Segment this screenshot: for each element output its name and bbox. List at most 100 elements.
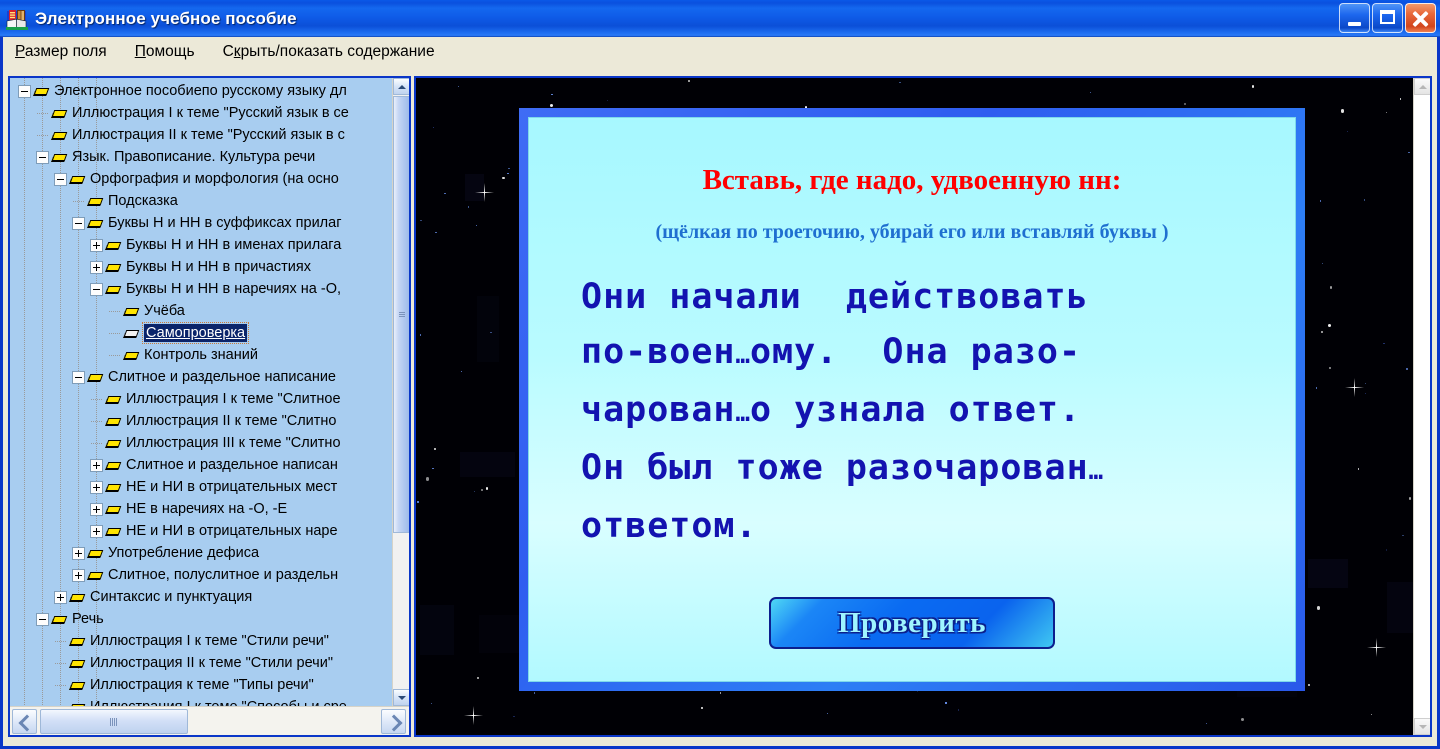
tree-horizontal-scroll-thumb[interactable]: [40, 709, 188, 734]
tree-item[interactable]: Иллюстрация I к теме "Стили речи": [10, 630, 392, 652]
tree-item[interactable]: Учёба: [10, 300, 392, 322]
content-vertical-scrollbar[interactable]: [1413, 78, 1430, 735]
expand-icon[interactable]: [72, 568, 85, 582]
star: [826, 712, 829, 715]
tree-item[interactable]: Буквы Н и НН в именах прилага: [10, 234, 392, 256]
tree-item[interactable]: Буквы Н и НН в причастиях: [10, 256, 392, 278]
star: [1316, 606, 1320, 610]
tree-item[interactable]: Иллюстрация I к теме "Слитное: [10, 388, 392, 410]
book-icon: [123, 349, 140, 362]
collapse-icon[interactable]: [18, 84, 31, 98]
book-icon: [105, 437, 122, 450]
ellipsis-blank[interactable]: …: [736, 341, 750, 369]
exercise-text[interactable]: Они начали действовать по-воен…ому. Она р…: [581, 270, 1275, 554]
tree-vertical-scroll-thumb[interactable]: [393, 96, 409, 533]
tree-item[interactable]: Слитное и раздельное написание: [10, 366, 392, 388]
sparkle-star: [1367, 638, 1386, 657]
content-scroll-down-button[interactable]: [1414, 718, 1430, 735]
collapse-icon[interactable]: [54, 172, 67, 186]
star: [958, 709, 960, 711]
ellipsis-blank[interactable]: …: [736, 399, 750, 427]
tree-item[interactable]: НЕ и НИ в отрицательных наре: [10, 520, 392, 542]
star: [719, 692, 722, 694]
tree-item-label: Иллюстрация I к теме "Способы и сре: [90, 698, 347, 706]
tree-item[interactable]: Иллюстрация III к теме "Слитно: [10, 432, 392, 454]
star: [419, 334, 422, 336]
collapse-icon[interactable]: [72, 370, 85, 384]
exercise-line[interactable]: чарован…о узнала ответ.: [581, 383, 1275, 441]
collapse-icon[interactable]: [36, 612, 49, 626]
close-button[interactable]: [1405, 3, 1436, 33]
expand-icon[interactable]: [90, 480, 103, 494]
star: [687, 79, 690, 82]
book-icon: [51, 151, 68, 164]
star: [1364, 383, 1367, 385]
tree-item-label: Иллюстрация к теме "Типы речи": [90, 677, 314, 693]
tree-horizontal-scrollbar[interactable]: [10, 706, 409, 735]
nebula-patch: [420, 605, 454, 655]
minimize-button[interactable]: [1339, 3, 1370, 33]
tree-scroll-up-button[interactable]: [393, 78, 409, 95]
exercise-line[interactable]: Они начали действовать: [581, 270, 1275, 325]
star: [1406, 368, 1408, 370]
exercise-line[interactable]: Он был тоже разочарован…: [581, 441, 1275, 499]
tree-item[interactable]: Слитное, полуслитное и раздельн: [10, 564, 392, 586]
tree-item[interactable]: Иллюстрация II к теме "Стили речи": [10, 652, 392, 674]
tree-scroll-left-button[interactable]: [12, 709, 37, 734]
tree-item[interactable]: Речь: [10, 608, 392, 630]
star: [1241, 717, 1245, 721]
expand-icon[interactable]: [90, 238, 103, 252]
expand-icon[interactable]: [90, 502, 103, 516]
tree-list: Электронное пособиепо русскому языку дл И…: [10, 80, 392, 706]
chevron-up-icon: [398, 85, 406, 89]
collapse-icon[interactable]: [90, 282, 103, 296]
tree-item[interactable]: Иллюстрация к теме "Типы речи": [10, 674, 392, 696]
tree-item[interactable]: Иллюстрация I к теме "Русский язык в се: [10, 102, 392, 124]
app-book-icon: [6, 8, 28, 30]
book-icon: [105, 283, 122, 296]
tree-item[interactable]: Иллюстрация I к теме "Способы и сре: [10, 696, 392, 706]
content-scroll-up-button[interactable]: [1414, 78, 1430, 95]
expand-icon[interactable]: [90, 458, 103, 472]
tree-item[interactable]: Иллюстрация II к теме "Русский язык в с: [10, 124, 392, 146]
chevron-left-icon: [18, 714, 36, 732]
expand-icon[interactable]: [72, 546, 85, 560]
expand-icon[interactable]: [90, 260, 103, 274]
menu-item-0[interactable]: Размер поля: [15, 43, 107, 61]
maximize-button[interactable]: [1372, 3, 1403, 33]
tree-item[interactable]: НЕ в наречиях на -О, -Е: [10, 498, 392, 520]
book-icon: [105, 261, 122, 274]
tree-item[interactable]: Подсказка: [10, 190, 392, 212]
menu-item-2[interactable]: Скрыть/показать содержание: [223, 43, 435, 61]
tree-item[interactable]: Орфография и морфология (на осно: [10, 168, 392, 190]
star: [508, 168, 510, 170]
star: [480, 488, 483, 491]
book-icon: [87, 569, 104, 582]
tree-vertical-scrollbar[interactable]: [392, 78, 409, 706]
exercise-line[interactable]: ответом.: [581, 499, 1275, 554]
collapse-icon[interactable]: [72, 216, 85, 230]
title-bar: Электронное учебное пособие: [0, 0, 1440, 37]
star: [1383, 342, 1385, 345]
tree-item[interactable]: Синтаксис и пунктуация: [10, 586, 392, 608]
tree-item[interactable]: НЕ и НИ в отрицательных мест: [10, 476, 392, 498]
exercise-line[interactable]: по-воен…ому. Она разо-: [581, 325, 1275, 383]
tree-item[interactable]: Буквы Н и НН в суффиксах прилаг: [10, 212, 392, 234]
collapse-icon[interactable]: [36, 150, 49, 164]
tree-item[interactable]: Самопроверка: [10, 322, 392, 344]
menu-item-1[interactable]: Помощь: [135, 43, 195, 61]
expand-icon[interactable]: [90, 524, 103, 538]
tree-scroll-right-button[interactable]: [381, 709, 406, 734]
tree-item[interactable]: Язык. Правописание. Культура речи: [10, 146, 392, 168]
expand-icon[interactable]: [54, 590, 67, 604]
tree-scroll-down-button[interactable]: [393, 689, 409, 706]
tree-item[interactable]: Иллюстрация II к теме "Слитно: [10, 410, 392, 432]
tree-item[interactable]: Электронное пособиепо русскому языку дл: [10, 80, 392, 102]
star: [1357, 468, 1360, 470]
tree-item[interactable]: Буквы Н и НН в наречиях на -О,: [10, 278, 392, 300]
tree-item[interactable]: Слитное и раздельное написан: [10, 454, 392, 476]
check-button[interactable]: Проверить: [769, 597, 1055, 649]
tree-item[interactable]: Контроль знаний: [10, 344, 392, 366]
ellipsis-blank[interactable]: …: [1089, 457, 1103, 485]
tree-item[interactable]: Употребление дефиса: [10, 542, 392, 564]
